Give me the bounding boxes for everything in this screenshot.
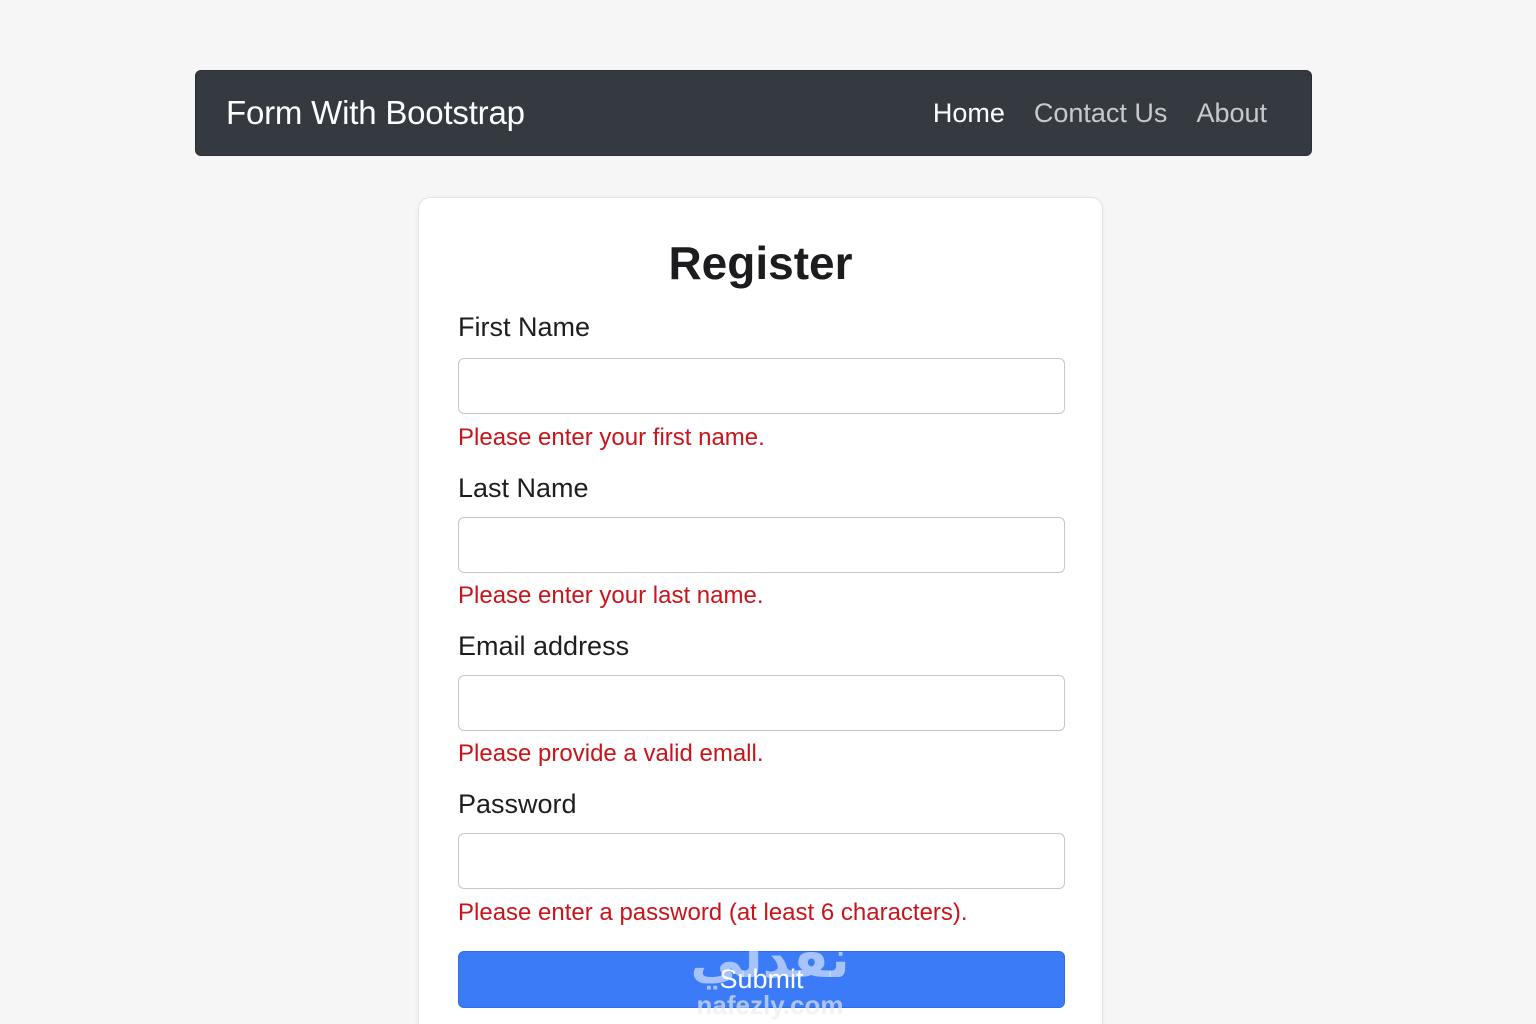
last-name-error: Please enter your last name. <box>458 582 764 609</box>
email-input[interactable] <box>458 675 1065 731</box>
nav-link-about[interactable]: About <box>1196 98 1267 129</box>
first-name-error: Please enter your first name. <box>458 424 765 451</box>
nav-links: Home Contact Us About <box>933 98 1267 129</box>
nav-link-home[interactable]: Home <box>933 98 1005 129</box>
password-error: Please enter a password (at least 6 char… <box>458 899 968 926</box>
last-name-input[interactable] <box>458 517 1065 573</box>
first-name-input[interactable] <box>458 358 1065 414</box>
register-card: Register First Name Please enter your fi… <box>418 197 1103 1024</box>
email-label: Email address <box>458 631 630 661</box>
password-label: Password <box>458 789 577 819</box>
navbar-brand[interactable]: Form With Bootstrap <box>226 94 525 132</box>
navbar: Form With Bootstrap Home Contact Us Abou… <box>195 70 1312 156</box>
submit-button[interactable]: Submit <box>458 951 1065 1008</box>
password-input[interactable] <box>458 833 1065 889</box>
first-name-label: First Name <box>458 312 591 342</box>
last-name-label: Last Name <box>458 473 589 503</box>
email-error: Please provide a valid emall. <box>458 740 764 767</box>
nav-link-contact-us[interactable]: Contact Us <box>1034 98 1168 129</box>
form-title: Register <box>668 237 853 289</box>
